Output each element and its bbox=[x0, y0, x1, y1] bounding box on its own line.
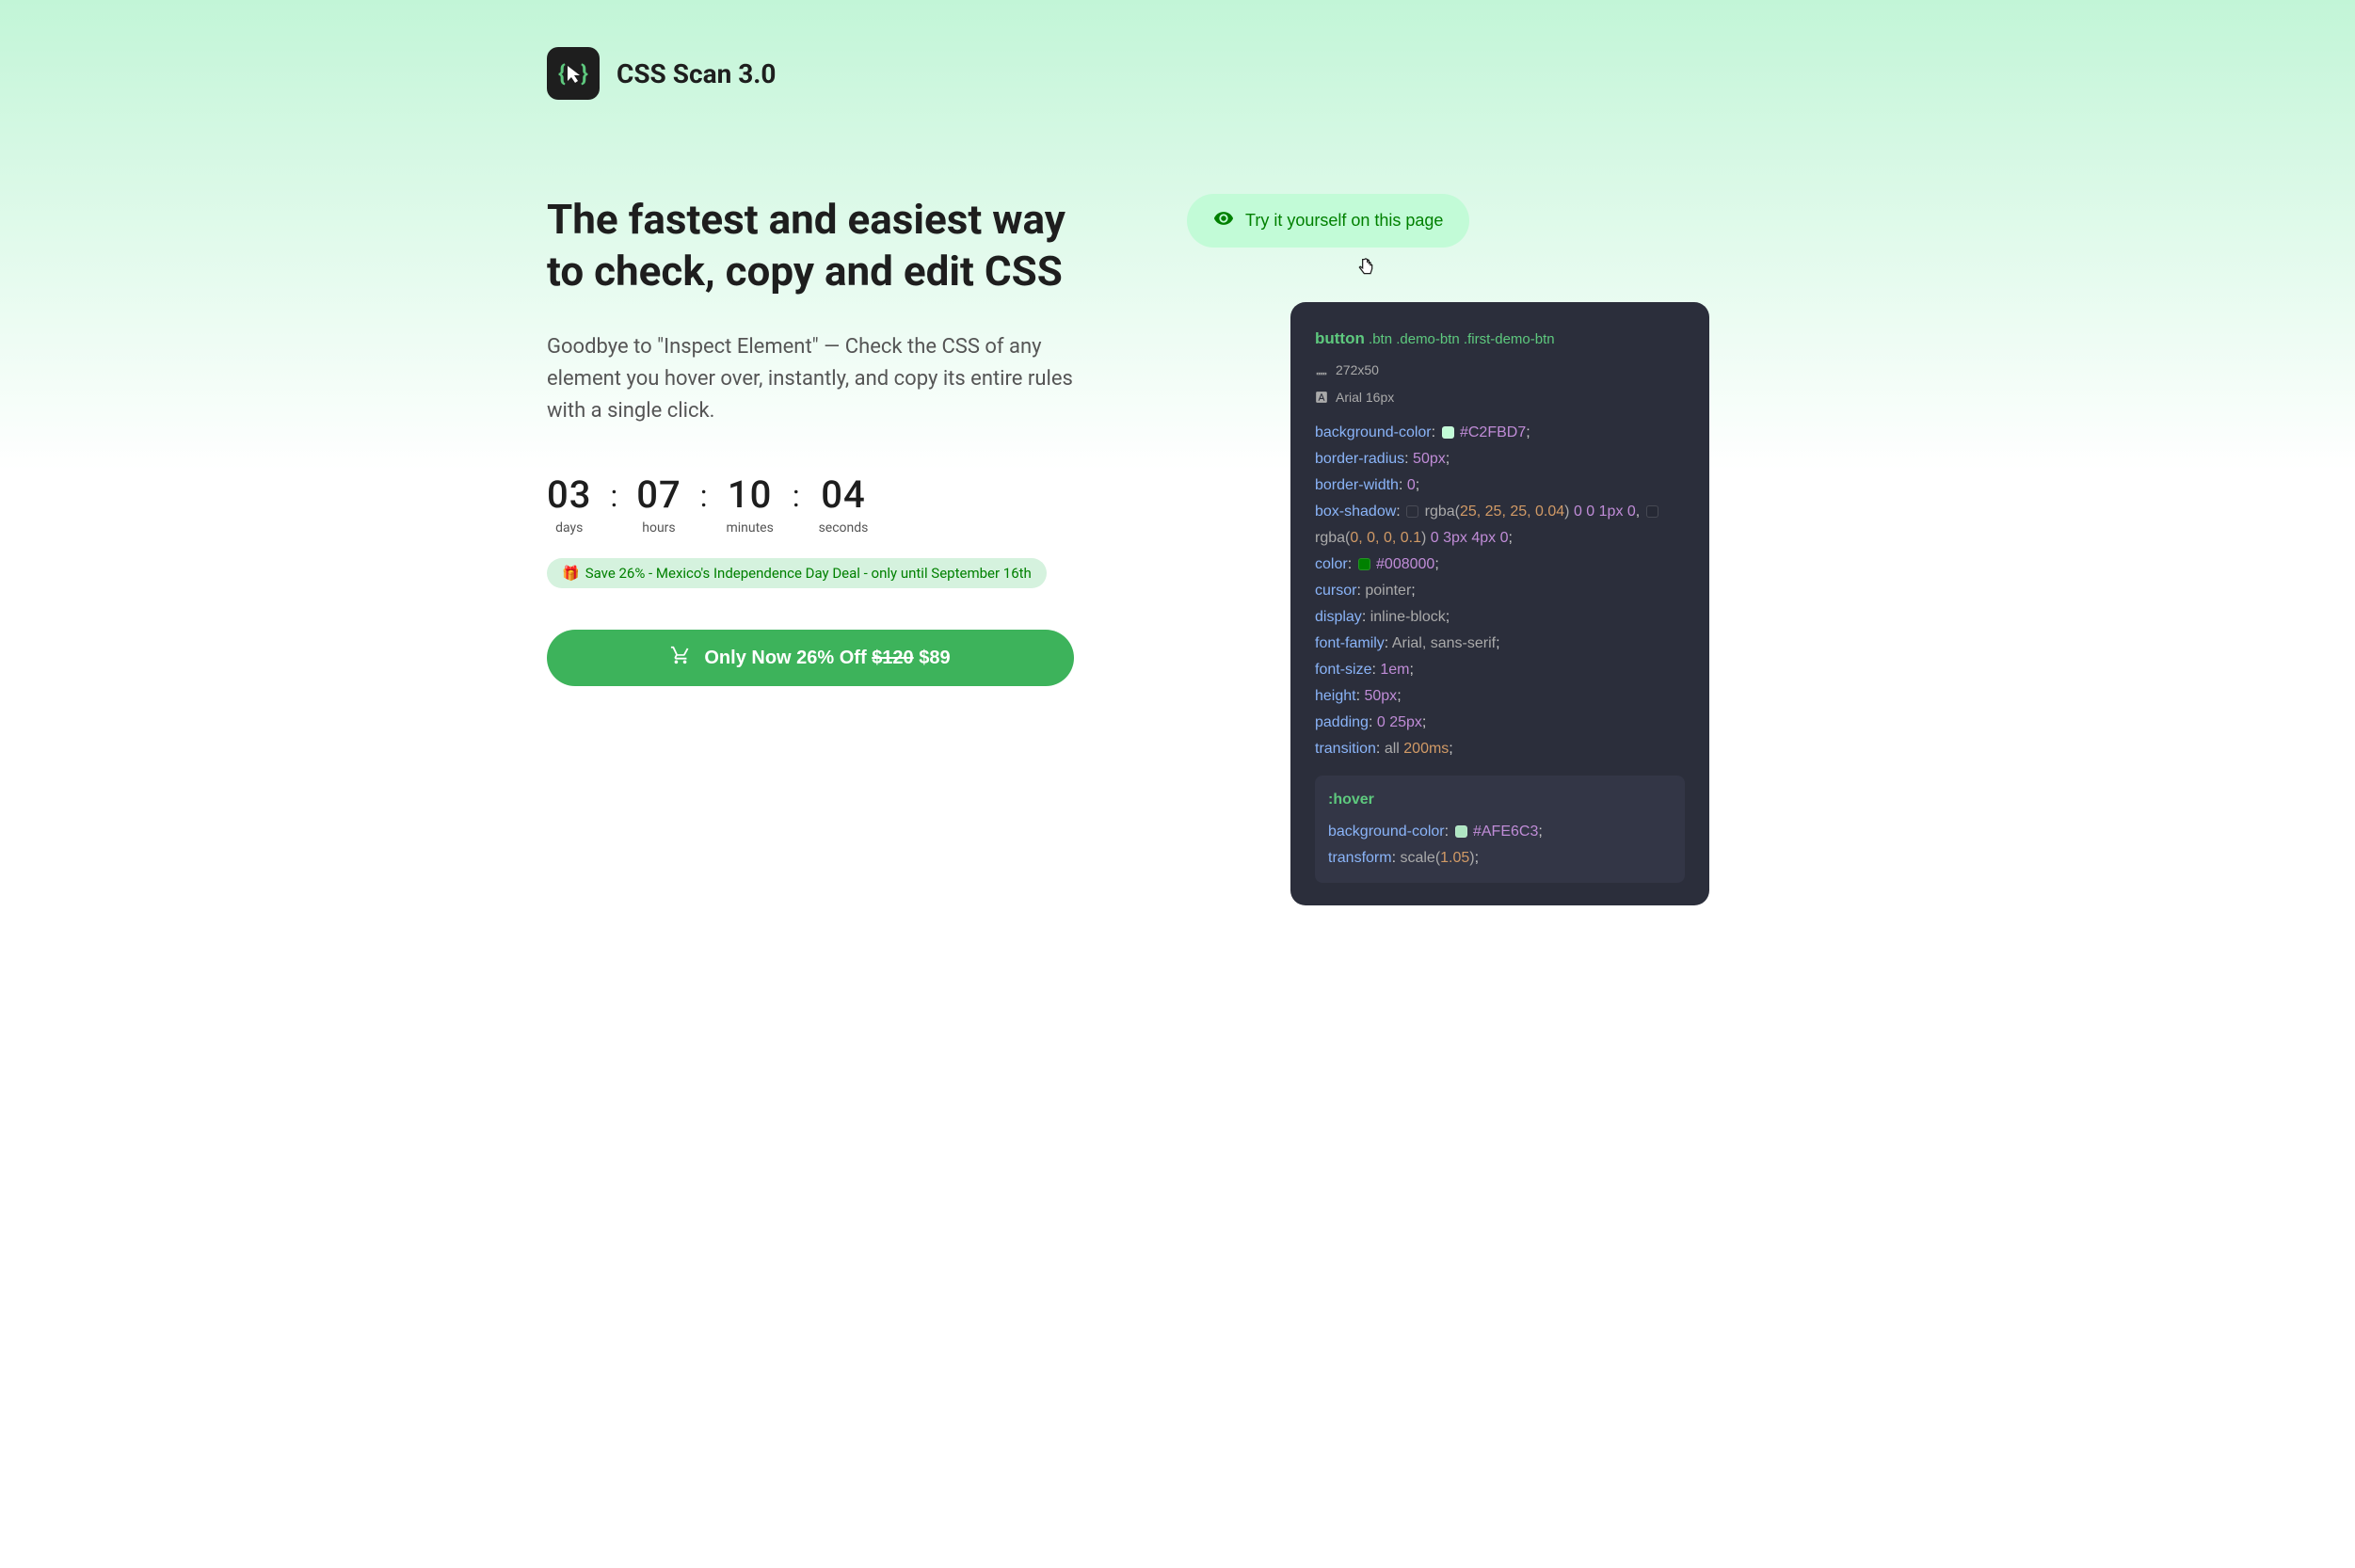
css-rule: background-color: #C2FBD7; bbox=[1315, 420, 1685, 446]
css-rule: display: inline-block; bbox=[1315, 604, 1685, 631]
countdown-minutes-label: minutes bbox=[726, 520, 773, 536]
countdown-minutes: 10 minutes bbox=[726, 472, 773, 536]
countdown-seconds: 04 seconds bbox=[819, 472, 869, 536]
deal-text: Save 26% - Mexico's Independence Day Dea… bbox=[585, 565, 1032, 582]
gift-icon: 🎁 bbox=[562, 565, 580, 582]
inspector-font: Arial 16px bbox=[1315, 386, 1685, 409]
inspector-tag: button bbox=[1315, 329, 1365, 347]
color-swatch bbox=[1406, 505, 1418, 518]
buy-button[interactable]: Only Now 26% Off $120 $89 bbox=[547, 630, 1074, 686]
css-rule: background-color: #AFE6C3; bbox=[1328, 819, 1672, 845]
countdown-days: 03 days bbox=[547, 472, 591, 536]
countdown-hours-num: 07 bbox=[636, 472, 681, 517]
countdown-seconds-num: 04 bbox=[819, 472, 869, 517]
try-label: Try it yourself on this page bbox=[1245, 211, 1443, 231]
inspector-size: 272x50 bbox=[1315, 359, 1685, 382]
cta-new-price: $89 bbox=[914, 648, 951, 668]
color-swatch bbox=[1358, 558, 1370, 570]
css-rule: font-family: Arial, sans-serif; bbox=[1315, 631, 1685, 657]
ruler-icon bbox=[1315, 363, 1328, 376]
pointer-icon bbox=[1356, 257, 1808, 281]
cta-label: Only Now 26% Off $120 $89 bbox=[704, 648, 950, 669]
css-rule: font-size: 1em; bbox=[1315, 657, 1685, 683]
font-icon bbox=[1315, 391, 1328, 404]
css-rule: transform: scale(1.05); bbox=[1328, 845, 1672, 872]
cta-old-price: $120 bbox=[872, 648, 914, 668]
hover-title: :hover bbox=[1328, 787, 1672, 813]
inspector-classes: .btn .demo-btn .first-demo-btn bbox=[1365, 331, 1555, 347]
countdown-timer: 03 days : 07 hours : 10 minutes : 04 sec… bbox=[547, 472, 1112, 536]
inspector-size-val: 272x50 bbox=[1336, 359, 1379, 382]
header: { } CSS Scan 3.0 bbox=[547, 47, 1808, 100]
css-rule: border-radius: 50px; bbox=[1315, 446, 1685, 472]
inspector-font-val: Arial 16px bbox=[1336, 386, 1394, 409]
inspector-selector: button .btn .demo-btn .first-demo-btn bbox=[1315, 325, 1685, 353]
css-rule: padding: 0 25px; bbox=[1315, 710, 1685, 736]
svg-text:}: } bbox=[581, 60, 588, 87]
countdown-hours-label: hours bbox=[636, 520, 681, 536]
countdown-days-label: days bbox=[547, 520, 591, 536]
cta-prefix: Only Now 26% Off bbox=[704, 648, 872, 668]
countdown-days-num: 03 bbox=[547, 472, 591, 517]
color-swatch bbox=[1442, 426, 1454, 439]
logo-icon: { } bbox=[547, 47, 600, 100]
countdown-separator: : bbox=[793, 472, 800, 514]
countdown-seconds-label: seconds bbox=[819, 520, 869, 536]
inspector-hover-block: :hover background-color: #AFE6C3; transf… bbox=[1315, 776, 1685, 883]
headline: The fastest and easiest way to check, co… bbox=[547, 194, 1112, 297]
brand-name: CSS Scan 3.0 bbox=[617, 58, 776, 89]
countdown-hours: 07 hours bbox=[636, 472, 681, 536]
svg-text:{: { bbox=[558, 60, 566, 87]
css-inspector-panel: button .btn .demo-btn .first-demo-btn 27… bbox=[1290, 302, 1709, 905]
css-rule: border-width: 0; bbox=[1315, 472, 1685, 499]
css-rule: height: 50px; bbox=[1315, 683, 1685, 710]
color-swatch bbox=[1455, 825, 1467, 838]
countdown-separator: : bbox=[700, 472, 708, 514]
css-rule: transition: all 200ms; bbox=[1315, 736, 1685, 762]
inspector-rules: background-color: #C2FBD7; border-radius… bbox=[1315, 420, 1685, 762]
css-rule: box-shadow: rgba(25, 25, 25, 0.04) 0 0 1… bbox=[1315, 499, 1685, 552]
countdown-separator: : bbox=[610, 472, 617, 514]
deal-banner: 🎁 Save 26% - Mexico's Independence Day D… bbox=[547, 558, 1047, 588]
css-rule: color: #008000; bbox=[1315, 552, 1685, 578]
countdown-minutes-num: 10 bbox=[726, 472, 773, 517]
subheadline: Goodbye to "Inspect Element" — Check the… bbox=[547, 331, 1112, 427]
css-rule: cursor: pointer; bbox=[1315, 578, 1685, 604]
eye-icon bbox=[1213, 208, 1234, 233]
color-swatch bbox=[1646, 505, 1658, 518]
cart-icon bbox=[670, 645, 691, 671]
try-it-button[interactable]: Try it yourself on this page bbox=[1187, 194, 1469, 248]
